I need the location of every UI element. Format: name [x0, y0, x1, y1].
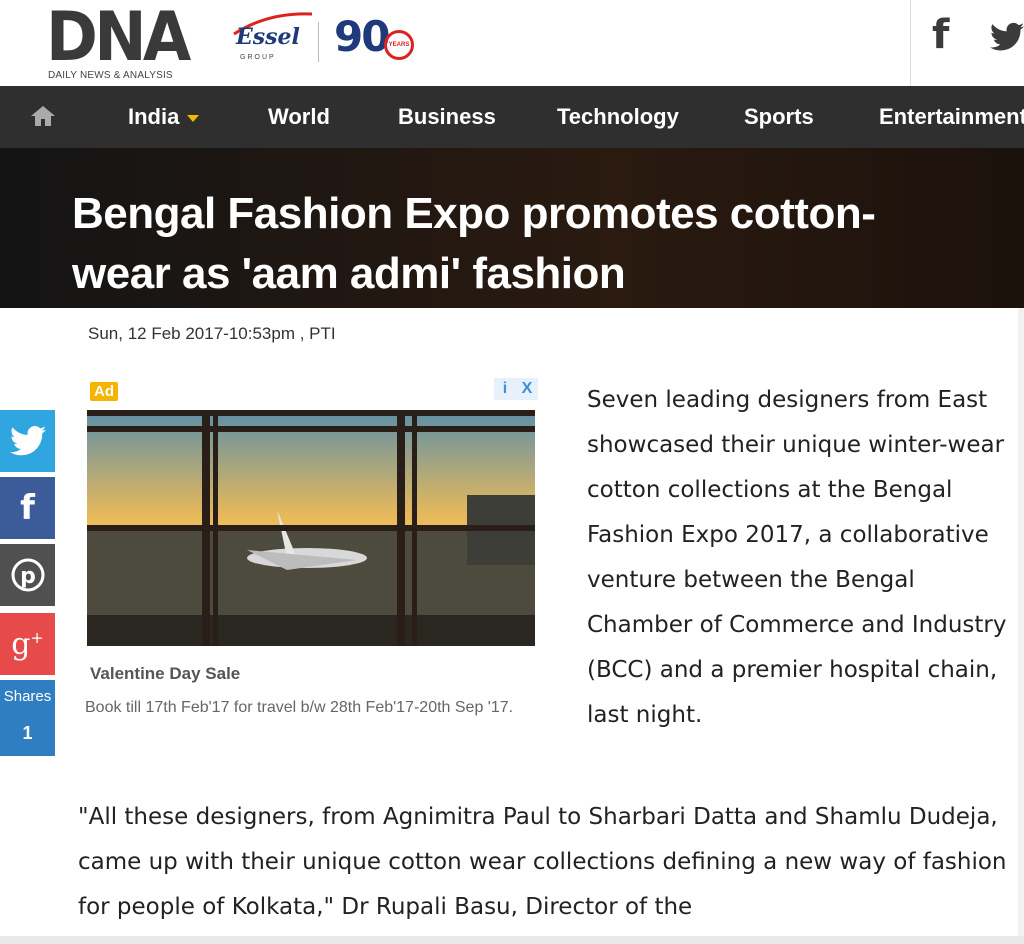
share-pinterest-button[interactable]: p [0, 544, 55, 606]
article-paragraph-2: "All these designers, from Agnimitra Pau… [78, 804, 1007, 920]
shares-number: 1 [22, 723, 33, 743]
nav-item-world[interactable]: World [268, 104, 330, 130]
article-paragraph-1: Seven leading designers from East showca… [587, 387, 1007, 728]
nav-item-technology[interactable]: Technology [557, 104, 679, 130]
ad-badge: Ad [90, 382, 118, 401]
nav-item-label: India [128, 104, 180, 129]
article-headline: Bengal Fashion Expo promotes cotton-wear… [72, 189, 876, 298]
google-plus-icon: g+ [11, 626, 44, 662]
ad-title[interactable]: Valentine Day Sale [90, 664, 240, 684]
essel-text: Essel [236, 24, 300, 50]
share-google-plus-button[interactable]: g+ [0, 613, 55, 675]
airport-image [87, 410, 535, 646]
ad-controls: i X [494, 378, 538, 400]
main-nav: India World Business Technology Sports E… [0, 86, 1024, 148]
essel-group-text: GROUP [240, 54, 276, 61]
nav-item-india[interactable]: India [128, 104, 200, 130]
anniversary-logo: 90 [334, 12, 390, 61]
ad-image[interactable] [87, 410, 535, 646]
scrollbar-track[interactable] [1018, 308, 1024, 936]
twitter-icon[interactable] [990, 22, 1024, 52]
info-icon[interactable]: i [494, 378, 516, 400]
share-count: Shares 1 [0, 680, 55, 756]
essel-group-logo: Essel GROUP [228, 8, 313, 68]
logo-subtitle: DAILY NEWS & ANALYSIS [48, 70, 173, 81]
home-icon[interactable] [30, 104, 56, 128]
article-dateline: Sun, 12 Feb 2017-10:53pm , PTI [88, 324, 336, 343]
dna-logo[interactable]: DNA DAILY NEWS & ANALYSIS [46, 0, 200, 82]
nav-item-business[interactable]: Business [398, 104, 496, 130]
social-divider [910, 0, 911, 86]
share-twitter-button[interactable] [0, 410, 55, 472]
headline-banner: Bengal Fashion Expo promotes cotton-wear… [0, 148, 1024, 308]
facebook-icon[interactable]: f [932, 12, 949, 58]
bottom-bar [0, 936, 1024, 944]
shares-label: Shares [3, 688, 52, 705]
twitter-icon [9, 426, 46, 456]
ad-description: Book till 17th Feb'17 for travel b/w 28t… [85, 699, 514, 716]
share-facebook-button[interactable]: f [0, 477, 55, 539]
pinterest-icon: p [11, 558, 44, 592]
chevron-down-icon [187, 114, 200, 122]
nav-item-entertainment[interactable]: Entertainment [879, 104, 1024, 130]
logo-text: DNA [46, 0, 191, 77]
nav-item-sports[interactable]: Sports [744, 104, 814, 130]
facebook-icon: f [20, 488, 35, 528]
svg-text:p: p [20, 564, 36, 589]
site-header: DNA DAILY NEWS & ANALYSIS Essel GROUP 90… [0, 0, 1024, 86]
close-icon[interactable]: X [516, 378, 538, 400]
anniversary-badge: YEARS [384, 30, 414, 60]
header-divider [318, 22, 319, 62]
